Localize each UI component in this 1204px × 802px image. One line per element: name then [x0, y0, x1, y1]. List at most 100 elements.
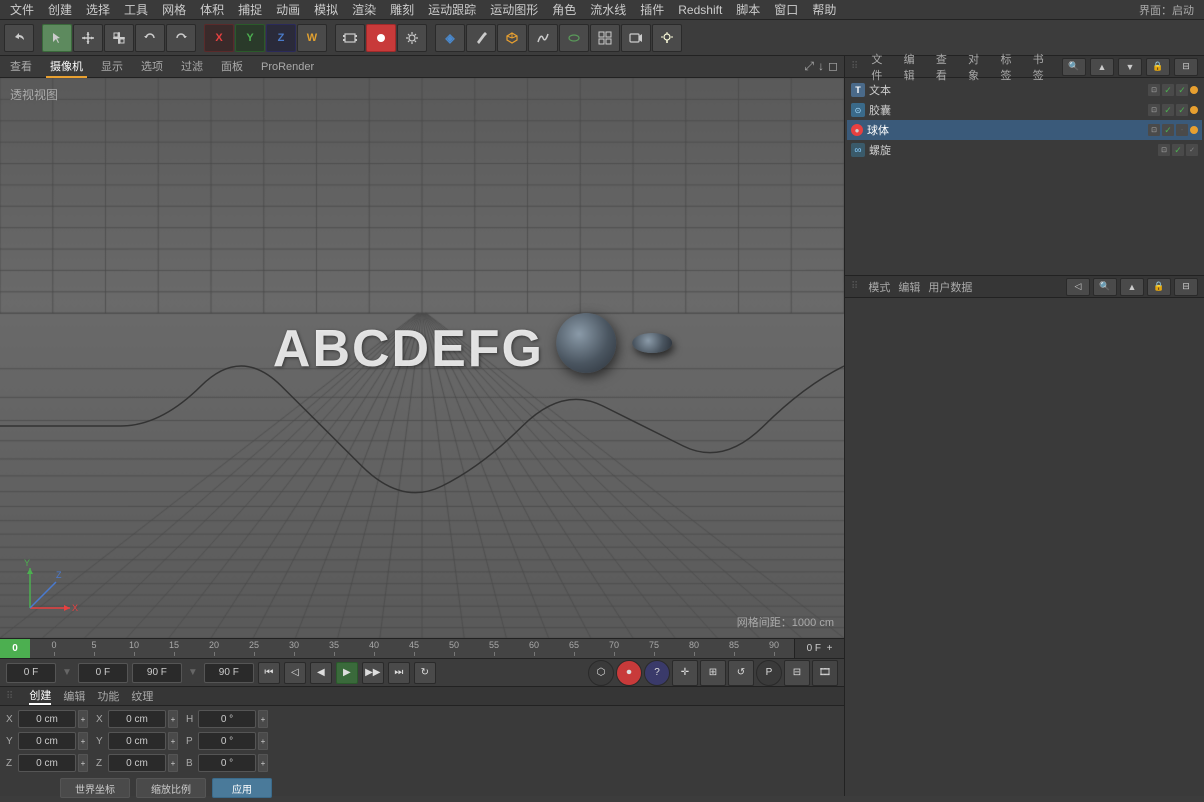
attr-search-icon[interactable]: 🔍 [1093, 278, 1117, 296]
coord-z-world-spinner[interactable]: + [168, 754, 178, 772]
playback-next-frame[interactable]: ⏭ [388, 662, 410, 684]
scale-button[interactable]: 缩放比例 [136, 778, 206, 798]
toolbar-rotate-right[interactable] [166, 24, 196, 52]
vp-tab-camera[interactable]: 摄像机 [46, 56, 87, 78]
viewport-icon-lock[interactable]: ◻ [828, 59, 838, 74]
toolbar-light[interactable] [652, 24, 682, 52]
playback-icon-move-crosshair[interactable]: ✛ [672, 660, 698, 686]
coord-b[interactable] [198, 754, 256, 772]
playback-loop[interactable]: ↻ [414, 662, 436, 684]
vis-render-icon-cap[interactable]: ✓ [1176, 104, 1188, 116]
menu-simulate[interactable]: 模拟 [308, 0, 344, 20]
vis-layer-icon-hel[interactable]: ⊡ [1158, 144, 1170, 156]
obj-row-helix[interactable]: ∞ 螺旋 ⊡ ✓ ✓ [847, 140, 1202, 160]
coord-z-world[interactable] [108, 754, 166, 772]
obj-lock-icon[interactable]: 🔒 [1146, 58, 1170, 76]
vis-layer-icon-cap[interactable]: ⊡ [1148, 104, 1160, 116]
attr-left-icon[interactable]: ◁ [1066, 278, 1090, 296]
vis-eye-icon[interactable]: ✓ [1162, 84, 1174, 96]
coord-h-spinner[interactable]: + [258, 710, 268, 728]
playback-prev-key[interactable]: ◀ [310, 662, 332, 684]
attr-lock-icon2[interactable]: 🔒 [1147, 278, 1171, 296]
attr-layout-icon2[interactable]: ⊟ [1174, 278, 1198, 296]
end-frame-alt-input[interactable] [204, 663, 254, 683]
playback-icon-box-add[interactable]: ⊞ [700, 660, 726, 686]
toolbar-record[interactable] [366, 24, 396, 52]
toolbar-camera-icon[interactable] [621, 24, 651, 52]
toolbar-select-cursor[interactable] [42, 24, 72, 52]
attr-tab-user[interactable]: 用户数据 [928, 279, 972, 295]
playback-go-start[interactable]: ⏮ [258, 662, 280, 684]
vp-tab-view[interactable]: 查看 [6, 56, 36, 78]
menu-volume[interactable]: 体积 [194, 0, 230, 20]
vp-tab-filter[interactable]: 过滤 [177, 56, 207, 78]
attr-up-icon2[interactable]: ▲ [1120, 278, 1144, 296]
vp-tab-prorender[interactable]: ProRender [257, 56, 318, 78]
playback-icon-p[interactable]: P [756, 660, 782, 686]
vis-render-icon-sph[interactable]: - [1176, 124, 1188, 136]
coord-y-world-spinner[interactable]: + [168, 732, 178, 750]
viewport-3d[interactable]: 透视视图 ABCDEFG X Y Z [0, 78, 844, 638]
world-coord-button[interactable]: 世界坐标 [60, 778, 130, 798]
coord-y-spinner[interactable]: + [78, 732, 88, 750]
coord-y-world[interactable] [108, 732, 166, 750]
menu-create[interactable]: 创建 [42, 0, 78, 20]
toolbar-gear[interactable] [397, 24, 427, 52]
coord-y-local[interactable] [18, 732, 76, 750]
current-frame-alt-input[interactable] [78, 663, 128, 683]
attr-tab-mode[interactable]: 模式 [868, 279, 890, 295]
coord-p-spinner[interactable]: + [258, 732, 268, 750]
obj-up-icon[interactable]: ▲ [1090, 58, 1114, 76]
vis-layer-icon-sph[interactable]: ⊡ [1148, 124, 1160, 136]
vis-eye-icon-cap[interactable]: ✓ [1162, 104, 1174, 116]
coord-h[interactable] [198, 710, 256, 728]
menu-select[interactable]: 选择 [80, 0, 116, 20]
playback-icon-help[interactable]: ? [644, 660, 670, 686]
vp-tab-display[interactable]: 显示 [97, 56, 127, 78]
toolbar-coord-y[interactable]: Y [235, 24, 265, 52]
menu-plugins[interactable]: 插件 [634, 0, 670, 20]
menu-sculpt[interactable]: 雕刻 [384, 0, 420, 20]
attr-tab-edit[interactable]: 编辑 [898, 279, 920, 295]
menu-window[interactable]: 窗口 [768, 0, 804, 20]
toolbar-deformer[interactable] [559, 24, 589, 52]
playback-play[interactable]: ▶ [336, 662, 358, 684]
obj-search-icon[interactable]: 🔍 [1062, 58, 1086, 76]
vp-tab-panel[interactable]: 面板 [217, 56, 247, 78]
menu-mesh[interactable]: 网格 [156, 0, 192, 20]
vp-tab-options[interactable]: 选项 [137, 56, 167, 78]
toolbar-coord-x[interactable]: X [204, 24, 234, 52]
playback-icon-key[interactable]: ⬡ [588, 660, 614, 686]
bl-tab-texture[interactable]: 纹理 [131, 688, 153, 704]
apply-button[interactable]: 应用 [212, 778, 272, 798]
vis-eye-icon-sph[interactable]: ✓ [1162, 124, 1174, 136]
obj-row-text[interactable]: T 文本 ⊡ ✓ ✓ [847, 80, 1202, 100]
toolbar-coord-z[interactable]: Z [266, 24, 296, 52]
bl-tab-edit[interactable]: 编辑 [63, 688, 85, 704]
toolbar-scale[interactable] [104, 24, 134, 52]
coord-x-world-spinner[interactable]: + [168, 710, 178, 728]
menu-motion-tracking[interactable]: 运动跟踪 [422, 0, 482, 20]
obj-layout-icon[interactable]: ⊟ [1174, 58, 1198, 76]
end-frame-input[interactable] [132, 663, 182, 683]
playback-icon-record[interactable]: ⏺ [616, 660, 642, 686]
playback-icon-rotate-anim[interactable]: ↺ [728, 660, 754, 686]
coord-b-spinner[interactable]: + [258, 754, 268, 772]
coord-x-local[interactable] [18, 710, 76, 728]
menu-tools[interactable]: 工具 [118, 0, 154, 20]
vis-render-icon[interactable]: ✓ [1176, 84, 1188, 96]
vis-layer-icon[interactable]: ⊡ [1148, 84, 1160, 96]
timeline-ruler[interactable]: 0 5 10 15 20 25 30 35 40 45 50 55 60 65 … [30, 639, 794, 658]
vis-render-icon-hel[interactable]: ✓ [1186, 144, 1198, 156]
toolbar-cube[interactable] [497, 24, 527, 52]
bl-tab-function[interactable]: 功能 [97, 688, 119, 704]
vis-eye-icon-hel[interactable]: ✓ [1172, 144, 1184, 156]
viewport-icon-down[interactable]: ↓ [818, 59, 824, 74]
toolbar-grid-view[interactable] [590, 24, 620, 52]
menu-file[interactable]: 文件 [4, 0, 40, 20]
playback-icon-film-strip[interactable]: 🎞 [812, 660, 838, 686]
coord-x-world[interactable] [108, 710, 166, 728]
menu-snap[interactable]: 捕捉 [232, 0, 268, 20]
obj-row-sphere[interactable]: ● 球体 ⊡ ✓ - [847, 120, 1202, 140]
obj-row-capsule[interactable]: ⊙ 胶囊 ⊡ ✓ ✓ [847, 100, 1202, 120]
